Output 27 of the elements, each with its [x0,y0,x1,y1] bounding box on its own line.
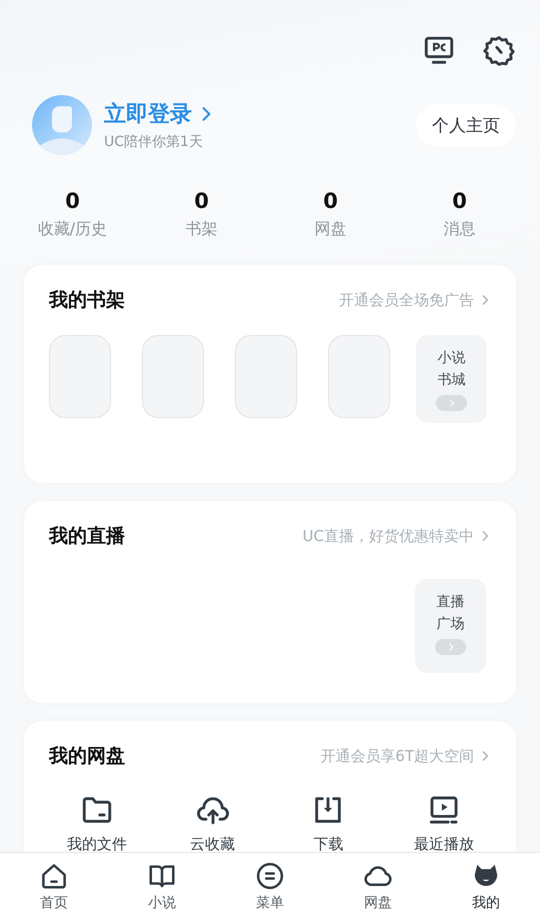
shortcut-label[interactable]: 最近播放 [414,835,474,852]
stat-value[interactable]: 0 [8,189,137,213]
section-title: 我的书架 [49,288,125,313]
tab-item[interactable]: 我的 [446,861,526,924]
tile-label: 书城 [438,371,466,390]
stat-value[interactable]: 0 [137,189,266,213]
shortcut-label[interactable]: 我的文件 [66,835,127,852]
stat-value[interactable]: 0 [395,189,524,213]
shortcut-label[interactable]: 下载 [313,835,344,852]
tile-label: 小说 [438,349,466,368]
tile-label: 广场 [436,615,464,634]
section-title: 我的网盘 [49,744,125,769]
section-title: 我的直播 [49,524,125,549]
tile-label: 直播 [436,593,464,612]
tab-item[interactable]: 首页 [14,861,94,924]
settings-icon[interactable] [482,34,516,68]
entry-tile[interactable]: 直播 广场 [415,579,486,673]
stat-value[interactable]: 0 [266,189,395,213]
tab-item[interactable]: 菜单 [230,861,310,924]
tab-item[interactable]: 网盘 [338,861,418,924]
tab-item[interactable]: 小说 [122,861,202,924]
shortcut-label[interactable]: 云收藏 [190,835,236,852]
entry-tile[interactable]: 小说 书城 [416,335,487,423]
profile-button[interactable]: 个人主页 [416,104,516,146]
menu-icon [255,861,285,891]
days-text: UC陪伴你第1天 [104,133,204,151]
home-icon [39,861,69,891]
